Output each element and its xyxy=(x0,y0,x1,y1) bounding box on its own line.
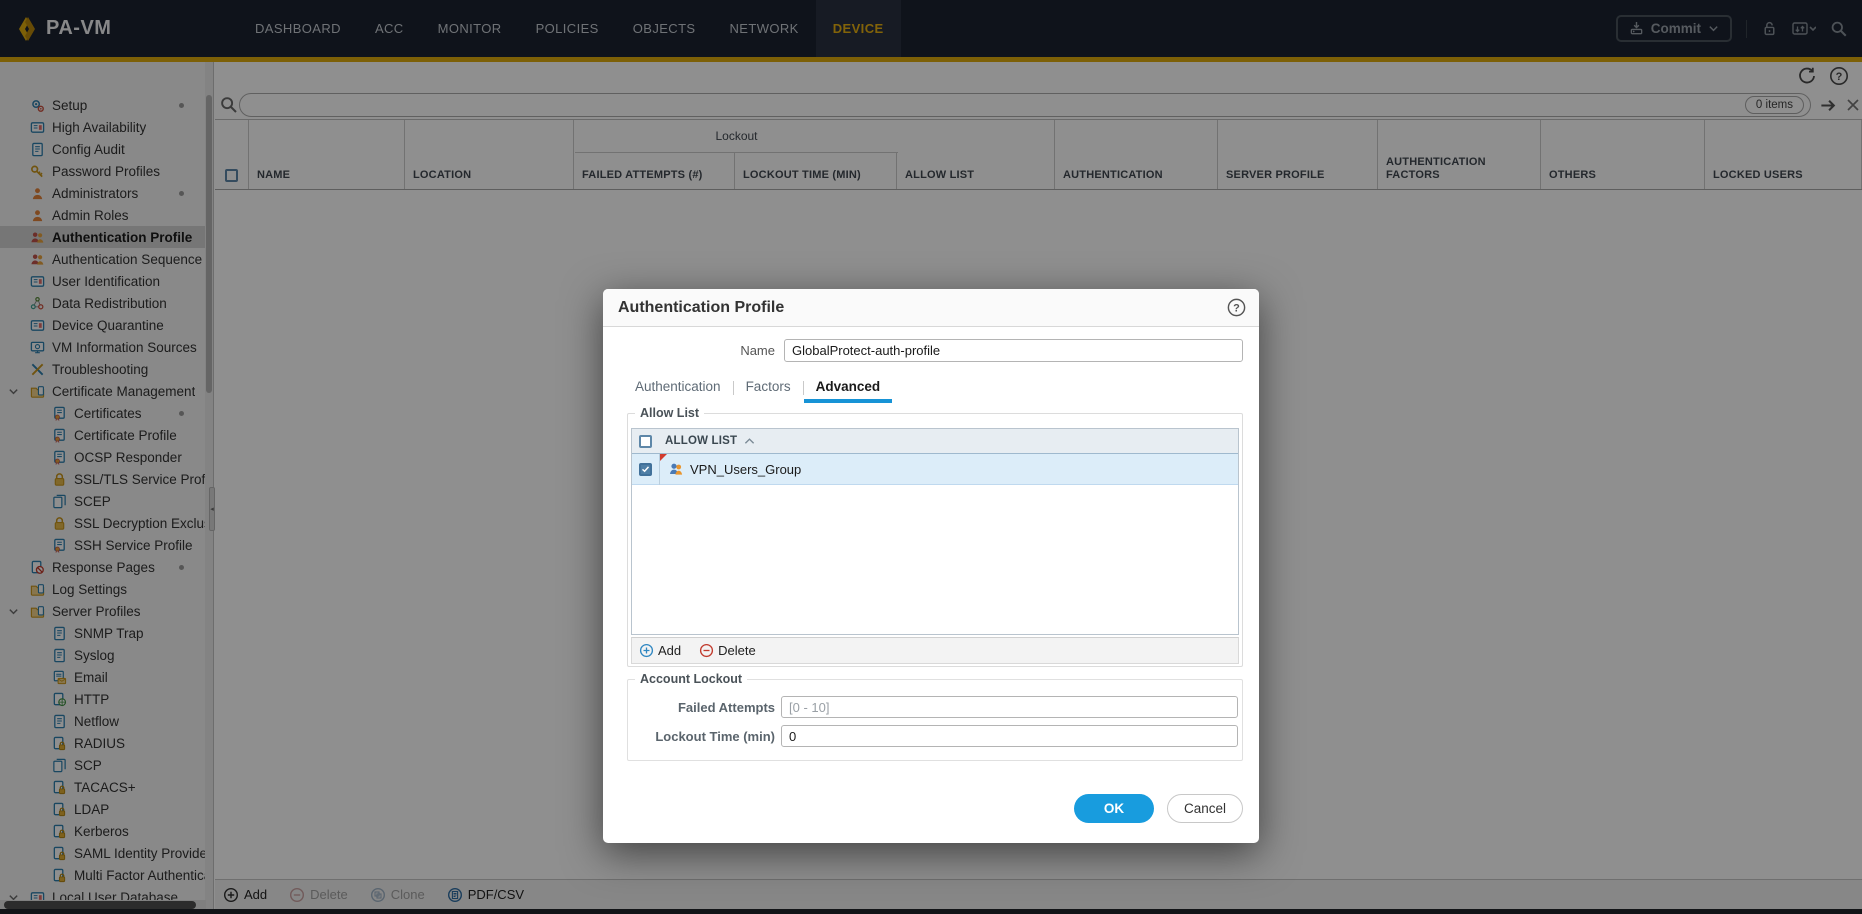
allow-list-table-header: ALLOW LIST xyxy=(632,429,1238,454)
dialog-titlebar: Authentication Profile ? xyxy=(603,289,1259,327)
allow-list-legend: Allow List xyxy=(635,406,704,420)
allow-list-column-header[interactable]: ALLOW LIST xyxy=(665,435,737,447)
allow-list-entry-label: VPN_Users_Group xyxy=(690,462,801,477)
ok-button[interactable]: OK xyxy=(1074,794,1154,823)
delete-icon xyxy=(699,643,714,658)
allow-list-fieldset: Allow List ALLOW LIST VPN_Users_Group xyxy=(627,413,1243,667)
account-lockout-legend: Account Lockout xyxy=(635,672,747,686)
authentication-profile-dialog: Authentication Profile ? Name Authentica… xyxy=(603,289,1259,843)
pa-vm-app: PA-VM DASHBOARD ACC MONITOR POLICIES OBJ… xyxy=(0,0,1862,914)
name-label: Name xyxy=(603,343,775,358)
name-row: Name xyxy=(603,339,1259,362)
add-icon xyxy=(639,643,654,658)
dialog-title: Authentication Profile xyxy=(618,299,784,317)
allow-list-row-vpn-users-group[interactable]: VPN_Users_Group xyxy=(632,454,1238,485)
modified-marker xyxy=(660,454,667,461)
allow-list-delete-button[interactable]: Delete xyxy=(699,643,756,658)
tab-authentication[interactable]: Authentication xyxy=(623,373,733,403)
lockout-time-label: Lockout Time (min) xyxy=(628,729,775,744)
failed-attempts-row: Failed Attempts xyxy=(628,696,1242,718)
dialog-tabs: Authentication Factors Advanced xyxy=(623,373,892,403)
row-checkbox[interactable] xyxy=(639,463,652,476)
cancel-button[interactable]: Cancel xyxy=(1167,794,1243,823)
dialog-help-icon[interactable]: ? xyxy=(1226,297,1247,318)
lockout-time-input[interactable] xyxy=(781,725,1238,747)
tab-advanced[interactable]: Advanced xyxy=(804,373,893,403)
allow-list-table: ALLOW LIST VPN_Users_Group xyxy=(631,428,1239,635)
account-lockout-fieldset: Account Lockout Failed Attempts Lockout … xyxy=(627,679,1243,761)
allow-list-empty-area xyxy=(632,485,1238,634)
allow-list-select-all-checkbox[interactable] xyxy=(639,435,652,448)
user-group-icon xyxy=(668,461,684,477)
tab-factors[interactable]: Factors xyxy=(734,373,803,403)
failed-attempts-label: Failed Attempts xyxy=(628,700,775,715)
lockout-time-row: Lockout Time (min) xyxy=(628,725,1242,747)
svg-text:?: ? xyxy=(1233,302,1240,314)
allow-list-add-button[interactable]: Add xyxy=(639,643,681,658)
dialog-actions: OK Cancel xyxy=(1074,794,1243,823)
failed-attempts-input[interactable] xyxy=(781,696,1238,718)
sort-ascending-icon[interactable] xyxy=(744,437,755,445)
allow-list-footer: Add Delete xyxy=(631,637,1239,664)
name-input[interactable] xyxy=(784,339,1243,362)
